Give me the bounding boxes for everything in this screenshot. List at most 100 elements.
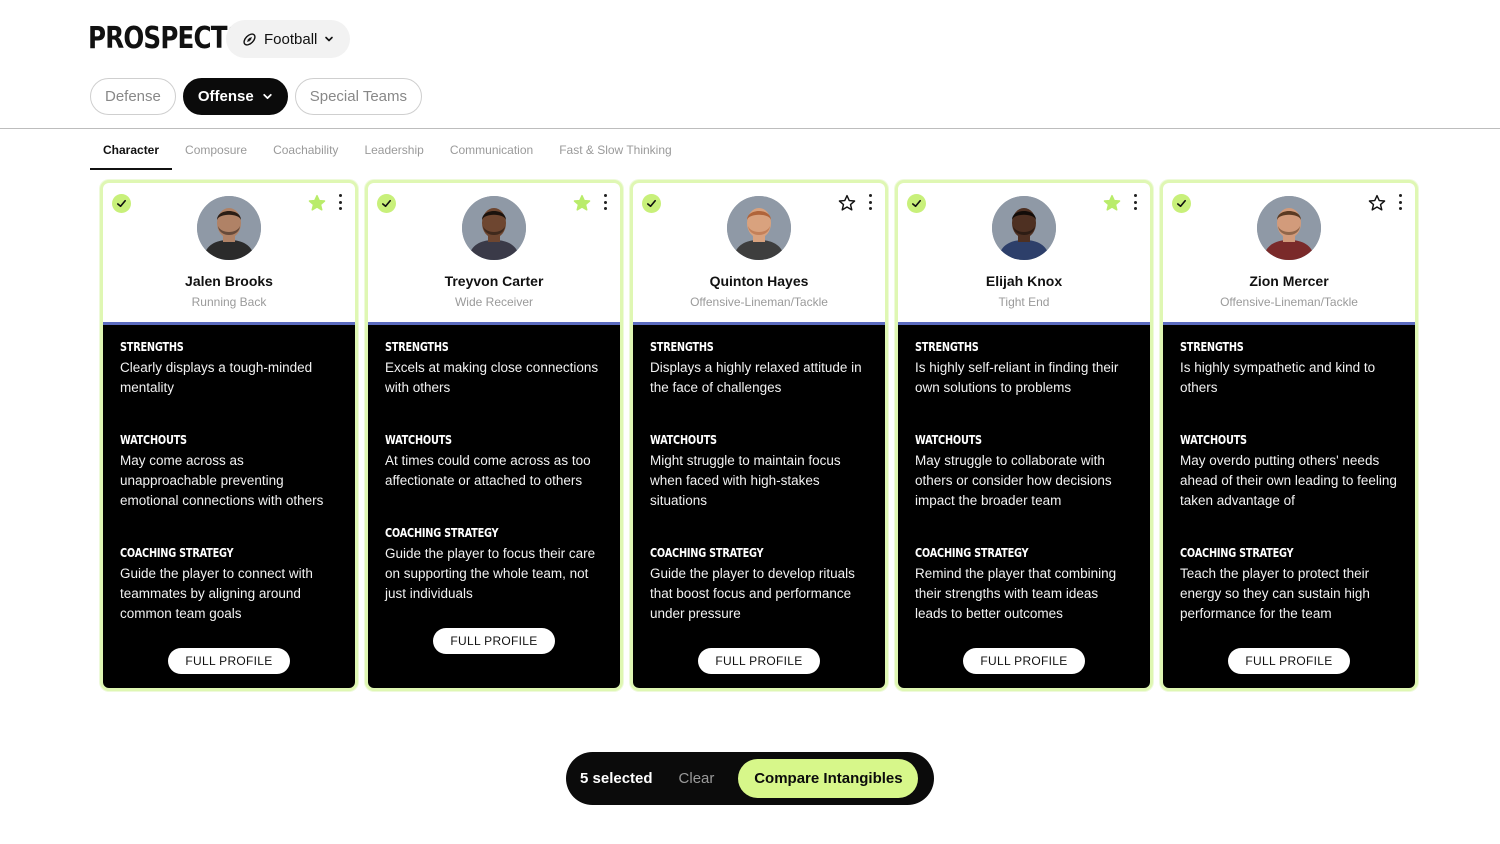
- player-card-body: STRENGTHS Displays a highly relaxed atti…: [633, 325, 885, 688]
- select-checkbox[interactable]: [377, 194, 396, 213]
- sport-selector-label: Football: [264, 30, 318, 48]
- tab-leadership[interactable]: Leadership: [351, 130, 436, 170]
- player-card-header: Treyvon Carter Wide Receiver: [368, 183, 620, 325]
- tab-defense[interactable]: Defense: [90, 78, 176, 115]
- watchouts-section: WATCHOUTS May come across as unapproacha…: [120, 432, 338, 511]
- more-options-icon[interactable]: [337, 194, 343, 210]
- favorite-star-icon[interactable]: [838, 194, 856, 212]
- watchouts-section: WATCHOUTS Might struggle to maintain foc…: [650, 432, 868, 511]
- player-name: Jalen Brooks: [185, 273, 273, 289]
- more-options-icon[interactable]: [867, 194, 873, 210]
- player-position: Tight End: [998, 295, 1050, 309]
- coaching-strategy-text: Guide the player to connect with teammat…: [120, 566, 313, 621]
- coaching-strategy-title: COACHING STRATEGY: [385, 525, 499, 540]
- more-options-icon[interactable]: [1132, 194, 1138, 210]
- select-checkbox[interactable]: [1172, 194, 1191, 213]
- tab-offense-label: Offense: [197, 88, 254, 105]
- favorite-star-icon[interactable]: [1368, 194, 1386, 212]
- avatar: [197, 196, 261, 260]
- watchouts-text: May struggle to collaborate with others …: [915, 453, 1112, 508]
- watchouts-section: WATCHOUTS May overdo putting others' nee…: [1180, 432, 1398, 511]
- player-card[interactable]: Quinton Hayes Offensive-Lineman/Tackle S…: [630, 180, 888, 691]
- coaching-strategy-section: COACHING STRATEGY Remind the player that…: [915, 545, 1133, 624]
- selection-bar: 5 selected Clear Compare Intangibles: [566, 752, 934, 805]
- full-profile-row: FULL PROFILE: [385, 604, 603, 668]
- strengths-text: Excels at making close connections with …: [385, 360, 599, 395]
- coaching-strategy-section: COACHING STRATEGY Guide the player to de…: [650, 545, 868, 624]
- header-divider: [0, 128, 1500, 129]
- watchouts-title: WATCHOUTS: [915, 432, 982, 447]
- strengths-section: STRENGTHS Displays a highly relaxed atti…: [650, 339, 868, 398]
- avatar: [1257, 196, 1321, 260]
- player-card[interactable]: Elijah Knox Tight End STRENGTHS Is highl…: [895, 180, 1153, 691]
- select-checkbox[interactable]: [642, 194, 661, 213]
- tab-coachability[interactable]: Coachability: [260, 130, 351, 170]
- more-options-icon[interactable]: [1397, 194, 1403, 210]
- watchouts-section: WATCHOUTS May struggle to collaborate wi…: [915, 432, 1133, 511]
- player-position: Running Back: [191, 295, 267, 309]
- strengths-section: STRENGTHS Excels at making close connect…: [385, 339, 603, 398]
- avatar: [992, 196, 1056, 260]
- favorite-star-icon[interactable]: [573, 194, 591, 212]
- player-card[interactable]: Treyvon Carter Wide Receiver STRENGTHS E…: [365, 180, 623, 691]
- strengths-text: Displays a highly relaxed attitude in th…: [650, 360, 862, 395]
- player-card-header: Zion Mercer Offensive-Lineman/Tackle: [1163, 183, 1415, 325]
- watchouts-text: May come across as unapproachable preven…: [120, 453, 324, 508]
- player-name: Zion Mercer: [1249, 273, 1329, 289]
- tab-fast-slow-thinking[interactable]: Fast & Slow Thinking: [546, 130, 685, 170]
- player-position: Offensive-Lineman/Tackle: [690, 295, 828, 309]
- player-card-body: STRENGTHS Is highly sympathetic and kind…: [1163, 325, 1415, 688]
- strengths-section: STRENGTHS Clearly displays a tough-minde…: [120, 339, 338, 398]
- coaching-strategy-title: COACHING STRATEGY: [120, 545, 234, 560]
- trait-tabs: Character Composure Coachability Leaders…: [90, 130, 685, 170]
- player-name: Quinton Hayes: [709, 273, 809, 289]
- strengths-text: Is highly self-reliant in finding their …: [915, 360, 1119, 395]
- player-card-header: Elijah Knox Tight End: [898, 183, 1150, 325]
- watchouts-text: May overdo putting others' needs ahead o…: [1180, 453, 1397, 508]
- full-profile-row: FULL PROFILE: [120, 624, 338, 688]
- player-card[interactable]: Jalen Brooks Running Back STRENGTHS Clea…: [100, 180, 358, 691]
- select-checkbox[interactable]: [907, 194, 926, 213]
- player-card-body: STRENGTHS Clearly displays a tough-minde…: [103, 325, 355, 688]
- sport-selector[interactable]: Football: [226, 20, 350, 58]
- watchouts-text: Might struggle to maintain focus when fa…: [650, 453, 841, 508]
- player-card-body: STRENGTHS Is highly self-reliant in find…: [898, 325, 1150, 688]
- favorite-star-icon[interactable]: [1103, 194, 1121, 212]
- player-card-body: STRENGTHS Excels at making close connect…: [368, 325, 620, 688]
- more-options-icon[interactable]: [602, 194, 608, 210]
- strengths-title: STRENGTHS: [650, 339, 714, 354]
- strengths-title: STRENGTHS: [120, 339, 184, 354]
- full-profile-button[interactable]: FULL PROFILE: [963, 648, 1085, 674]
- watchouts-title: WATCHOUTS: [650, 432, 717, 447]
- full-profile-button[interactable]: FULL PROFILE: [433, 628, 555, 654]
- full-profile-row: FULL PROFILE: [915, 624, 1133, 688]
- compare-intangibles-button[interactable]: Compare Intangibles: [738, 759, 919, 798]
- player-card-header: Quinton Hayes Offensive-Lineman/Tackle: [633, 183, 885, 325]
- full-profile-button[interactable]: FULL PROFILE: [168, 648, 290, 674]
- strengths-section: STRENGTHS Is highly sympathetic and kind…: [1180, 339, 1398, 398]
- check-icon: [382, 199, 391, 208]
- tab-offense[interactable]: Offense: [182, 78, 288, 115]
- strengths-text: Clearly displays a tough-minded mentalit…: [120, 360, 313, 395]
- football-icon: [243, 32, 256, 46]
- favorite-star-icon[interactable]: [308, 194, 326, 212]
- select-checkbox[interactable]: [112, 194, 131, 213]
- coaching-strategy-text: Guide the player to focus their care on …: [385, 546, 596, 601]
- tab-special-teams-label: Special Teams: [309, 88, 408, 105]
- tab-composure[interactable]: Composure: [172, 130, 260, 170]
- tab-character[interactable]: Character: [90, 130, 173, 170]
- check-icon: [117, 199, 126, 208]
- clear-button[interactable]: Clear: [679, 770, 715, 787]
- strengths-section: STRENGTHS Is highly self-reliant in find…: [915, 339, 1133, 398]
- full-profile-button[interactable]: FULL PROFILE: [1228, 648, 1350, 674]
- tab-communication[interactable]: Communication: [437, 130, 546, 170]
- coaching-strategy-text: Teach the player to protect their energy…: [1180, 566, 1370, 621]
- check-icon: [912, 199, 921, 208]
- avatar: [462, 196, 526, 260]
- coaching-strategy-text: Guide the player to develop rituals that…: [650, 566, 855, 621]
- tab-special-teams[interactable]: Special Teams: [294, 78, 423, 115]
- full-profile-button[interactable]: FULL PROFILE: [698, 648, 820, 674]
- full-profile-row: FULL PROFILE: [650, 624, 868, 688]
- selected-count: 5 selected: [580, 770, 653, 787]
- player-card[interactable]: Zion Mercer Offensive-Lineman/Tackle STR…: [1160, 180, 1418, 691]
